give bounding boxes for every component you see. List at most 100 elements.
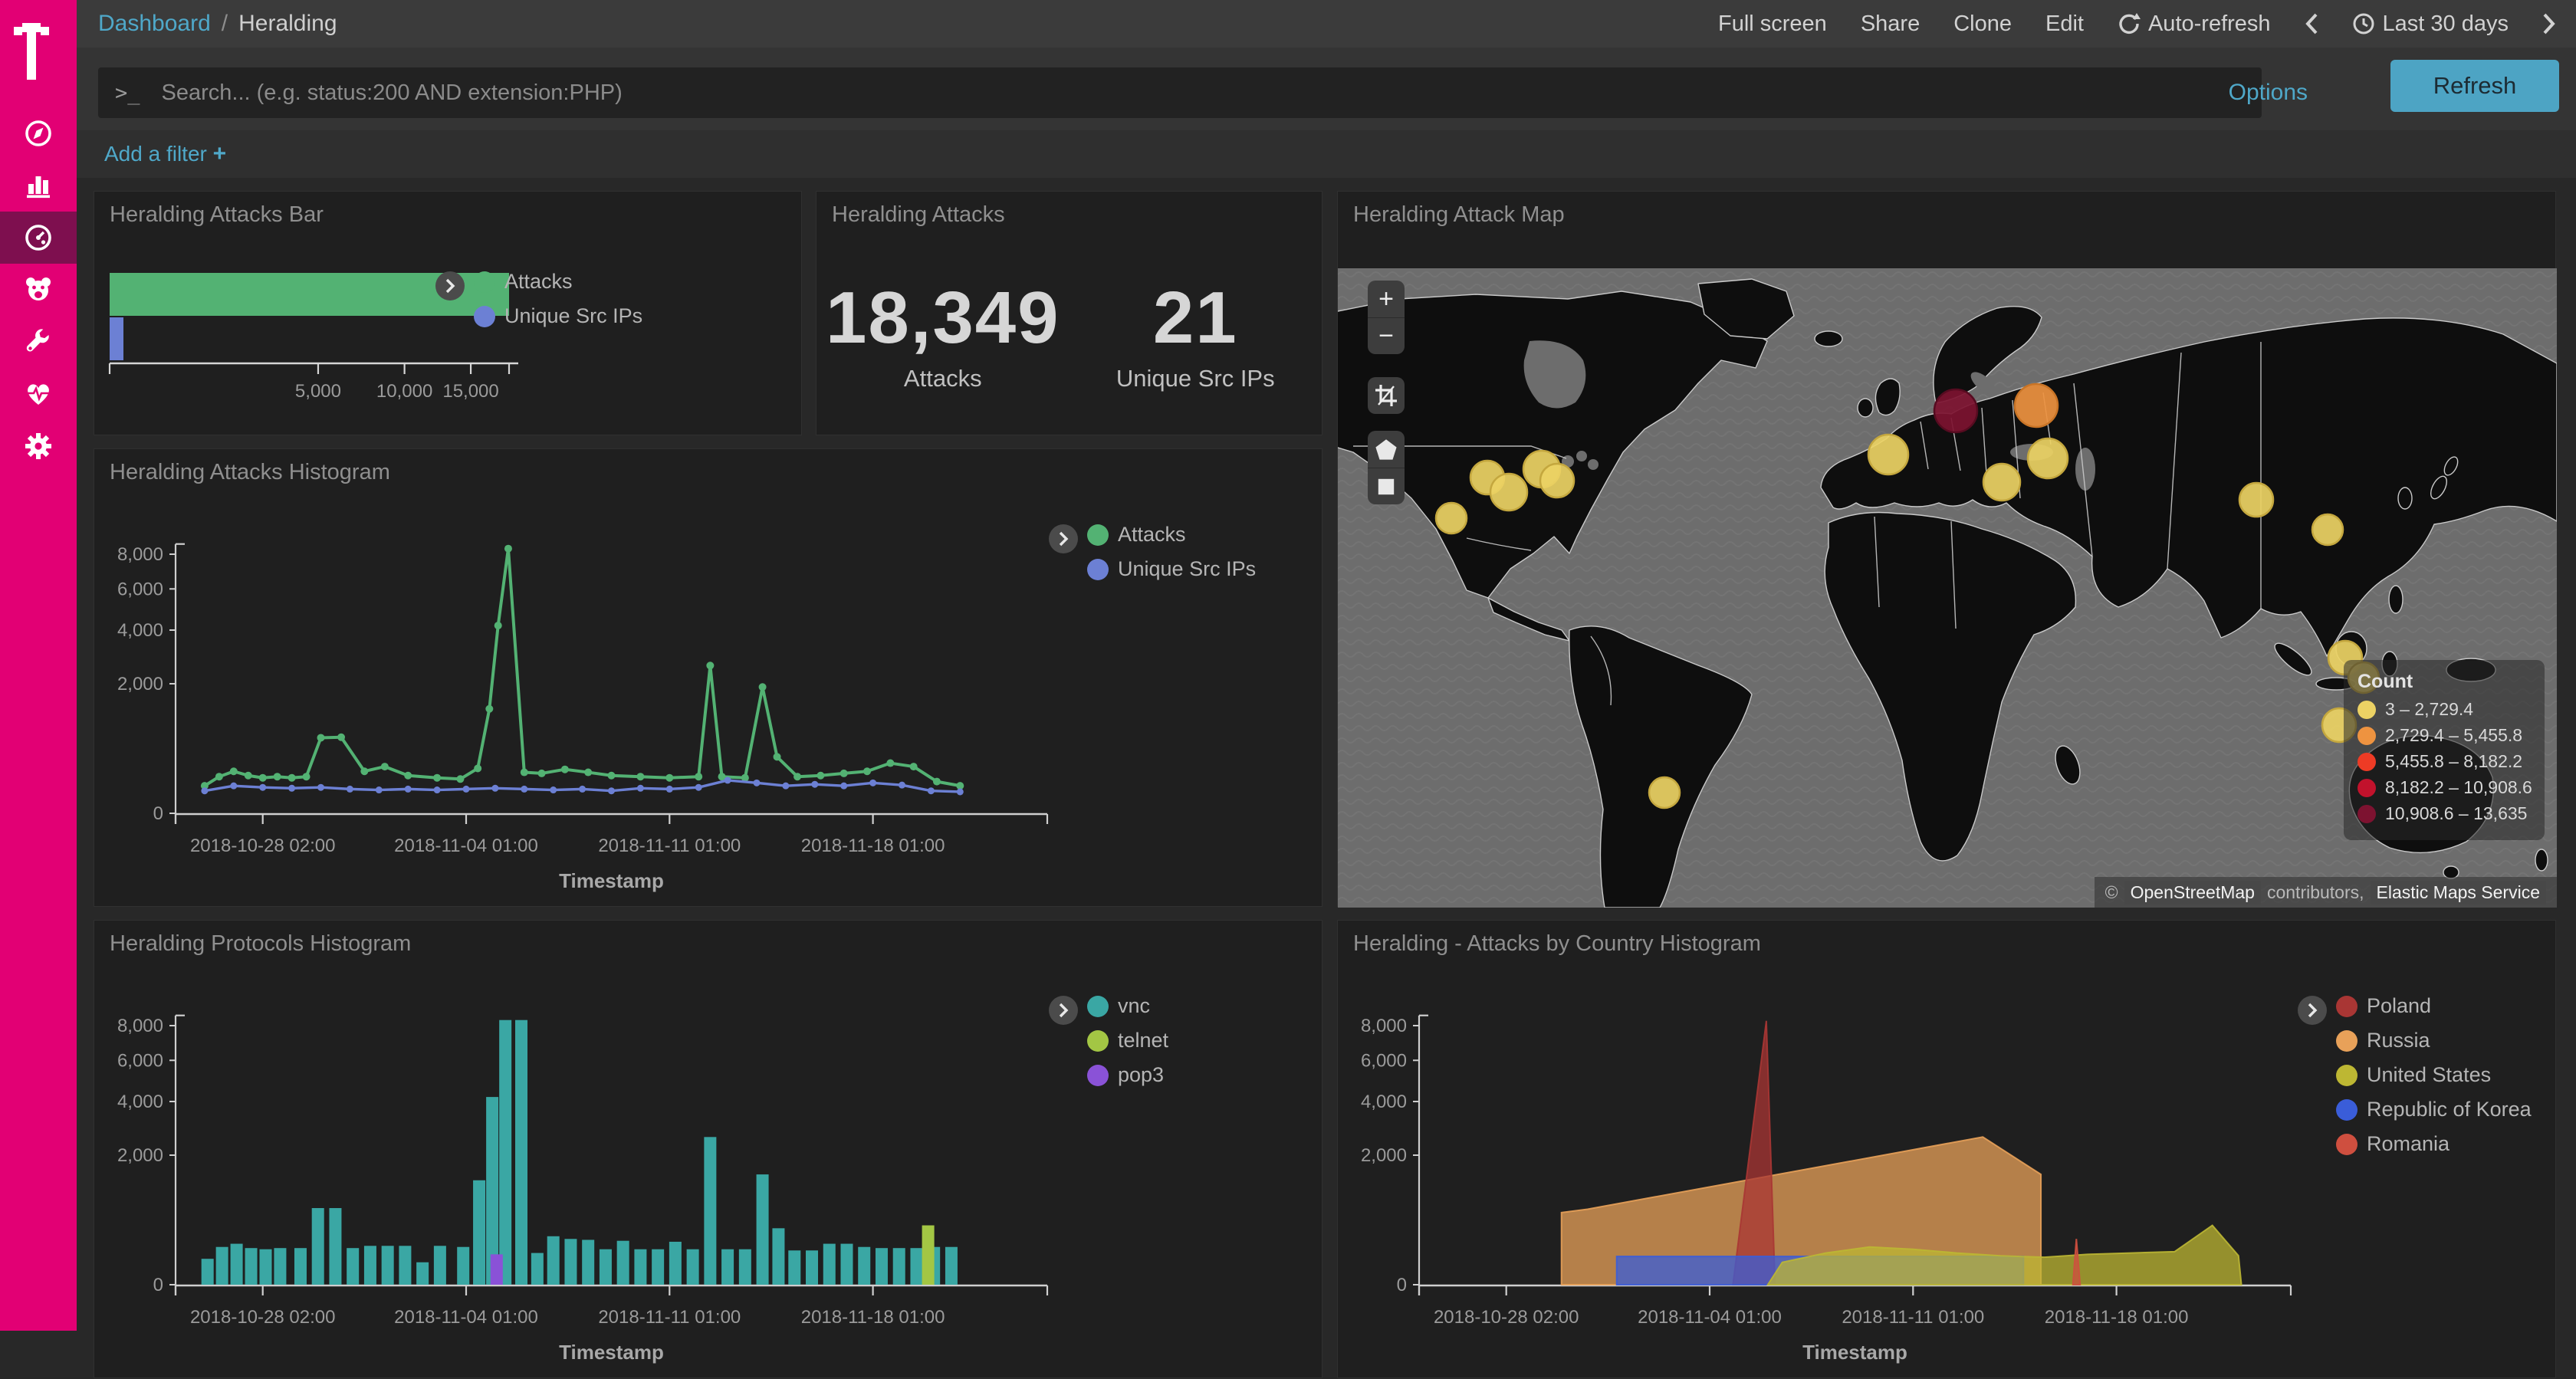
sidebar-item-heartbeat[interactable]	[0, 368, 77, 420]
svg-text:2018-11-11 01:00: 2018-11-11 01:00	[598, 1307, 741, 1328]
panel-title[interactable]: Heralding Protocols Histogram	[110, 931, 411, 957]
legend-collapse-button[interactable]	[435, 271, 465, 300]
full-screen-button[interactable]: Full screen	[1718, 11, 1827, 37]
bar-vnc	[347, 1248, 359, 1285]
chevron-left-icon	[2305, 12, 2318, 35]
legend-item[interactable]: Poland	[2336, 994, 2532, 1018]
map-attack-point	[1540, 464, 1574, 497]
chevron-right-icon	[2307, 1003, 2318, 1018]
legend-item[interactable]: Unique Src IPs	[1087, 557, 1256, 581]
bar-vnc	[547, 1236, 560, 1285]
share-button[interactable]: Share	[1861, 11, 1920, 37]
legend-label: Attacks	[504, 270, 573, 294]
legend-item[interactable]: Attacks	[1087, 523, 1256, 547]
bar-vnc	[416, 1262, 429, 1285]
svg-text:0: 0	[153, 803, 163, 824]
legend-item[interactable]: Russia	[2336, 1029, 2532, 1052]
panel-title[interactable]: Heralding Attacks	[832, 202, 1005, 228]
svg-text:Timestamp: Timestamp	[559, 1341, 664, 1364]
legend-range-label: 5,455.8 – 8,182.2	[2385, 751, 2522, 772]
chart-legend: Attacks Unique Src IPs	[1049, 523, 1256, 581]
protocols-bar-chart: 02,0004,0006,0008,0002018-10-28 02:00201…	[94, 921, 1323, 1379]
metric-label: Attacks	[816, 365, 1070, 392]
legend-item[interactable]: Attacks	[474, 270, 642, 294]
map-attack-point	[1934, 389, 1977, 432]
legend-item[interactable]: Republic of Korea	[2336, 1098, 2532, 1121]
svg-text:15,000: 15,000	[442, 381, 498, 402]
map-fit-bounds-button[interactable]	[1368, 377, 1405, 414]
clock-icon	[2352, 12, 2375, 35]
time-forward-button[interactable]	[2542, 12, 2556, 35]
chart-legend: Attacks Unique Src IPs	[435, 270, 642, 328]
metric-label: Unique Src IPs	[1070, 365, 1322, 392]
legend-collapse-button[interactable]	[2298, 996, 2327, 1025]
svg-text:Timestamp: Timestamp	[1802, 1341, 1907, 1364]
app-sidebar	[0, 0, 77, 1331]
sidebar-item-gauge[interactable]	[0, 212, 77, 264]
legend-collapse-button[interactable]	[1049, 996, 1078, 1025]
auto-refresh-button[interactable]: Auto-refresh	[2118, 11, 2271, 37]
sidebar-item-compass[interactable]	[0, 107, 77, 159]
map-legend-row: 5,455.8 – 8,182.2	[2358, 751, 2531, 772]
sidebar-item-bar-chart[interactable]	[0, 159, 77, 212]
time-range-button[interactable]: Last 30 days	[2352, 11, 2509, 37]
map-zoom-in-button[interactable]: +	[1368, 281, 1405, 317]
panel-title[interactable]: Heralding Attacks Histogram	[110, 460, 390, 485]
world-map[interactable]: + −	[1338, 268, 2557, 908]
bar-vnc	[329, 1208, 341, 1285]
legend-item[interactable]: vnc	[1087, 994, 1168, 1018]
map-draw-rectangle-button[interactable]	[1368, 468, 1405, 504]
legend-item[interactable]: United States	[2336, 1063, 2532, 1087]
svg-text:6,000: 6,000	[117, 579, 163, 599]
attacks-line-chart: 02,0004,0006,0008,0002018-10-28 02:00201…	[94, 449, 1323, 908]
search-input[interactable]	[160, 80, 2245, 107]
line-series-attacks	[205, 549, 960, 786]
time-back-button[interactable]	[2305, 12, 2318, 35]
map-attack-point	[1649, 777, 1680, 808]
elastic-maps-service-link[interactable]: Elastic Maps Service	[2371, 881, 2546, 905]
metric-value: 18,349	[816, 276, 1070, 360]
bar-vnc	[600, 1249, 612, 1285]
map-draw-polygon-button[interactable]	[1368, 431, 1405, 468]
chart-legend: vnc telnet pop3	[1049, 994, 1168, 1087]
legend-collapse-button[interactable]	[1049, 524, 1078, 553]
svg-text:5,000: 5,000	[295, 381, 341, 402]
bar-vnc	[823, 1244, 836, 1285]
edit-button[interactable]: Edit	[2045, 11, 2084, 37]
metric-visualization: 18,349Attacks21Unique Src IPs	[816, 276, 1322, 392]
sidebar-item-lion[interactable]	[0, 264, 77, 316]
map-legend-row: 10,908.6 – 13,635	[2358, 803, 2531, 824]
legend-item[interactable]: Romania	[2336, 1132, 2532, 1156]
options-link[interactable]: Options	[2229, 67, 2308, 118]
legend-item[interactable]: pop3	[1087, 1063, 1168, 1087]
bar-chart-icon	[22, 169, 54, 202]
add-filter-button[interactable]: Add a filter +	[104, 141, 226, 167]
panel-title[interactable]: Heralding Attack Map	[1353, 202, 1565, 228]
chevron-right-icon	[445, 278, 455, 294]
legend-color-dot	[474, 271, 495, 293]
breadcrumb-dashboard-link[interactable]: Dashboard	[98, 11, 211, 37]
sidebar-item-wrench[interactable]	[0, 316, 77, 368]
panel-title[interactable]: Heralding - Attacks by Country Histogram	[1353, 931, 1761, 957]
svg-text:2018-11-04 01:00: 2018-11-04 01:00	[394, 836, 538, 856]
map-attack-point	[1868, 435, 1908, 474]
svg-text:4,000: 4,000	[117, 1092, 163, 1112]
legend-label: pop3	[1118, 1063, 1164, 1087]
map-zoom-out-button[interactable]: −	[1368, 317, 1405, 354]
openstreetmap-link[interactable]: OpenStreetMap	[2124, 881, 2261, 905]
svg-text:2018-11-11 01:00: 2018-11-11 01:00	[598, 836, 741, 856]
panel-title[interactable]: Heralding Attacks Bar	[110, 202, 324, 228]
legend-item[interactable]: telnet	[1087, 1029, 1168, 1052]
sidebar-item-gear[interactable]	[0, 420, 77, 472]
clone-button[interactable]: Clone	[1953, 11, 2012, 37]
copyright-symbol: ©	[2105, 882, 2118, 903]
panel-attacks-by-country-histogram: Heralding - Attacks by Country Histogram…	[1337, 920, 2556, 1378]
bar-vnc	[231, 1244, 243, 1285]
refresh-cycle-icon	[2118, 12, 2141, 35]
bar-vnc	[876, 1248, 888, 1285]
legend-item[interactable]: Unique Src IPs	[474, 304, 642, 328]
svg-text:2018-10-28 02:00: 2018-10-28 02:00	[190, 1307, 336, 1328]
bar-vnc	[245, 1248, 258, 1285]
telekom-logo[interactable]	[14, 23, 49, 88]
refresh-button[interactable]: Refresh	[2390, 60, 2559, 112]
